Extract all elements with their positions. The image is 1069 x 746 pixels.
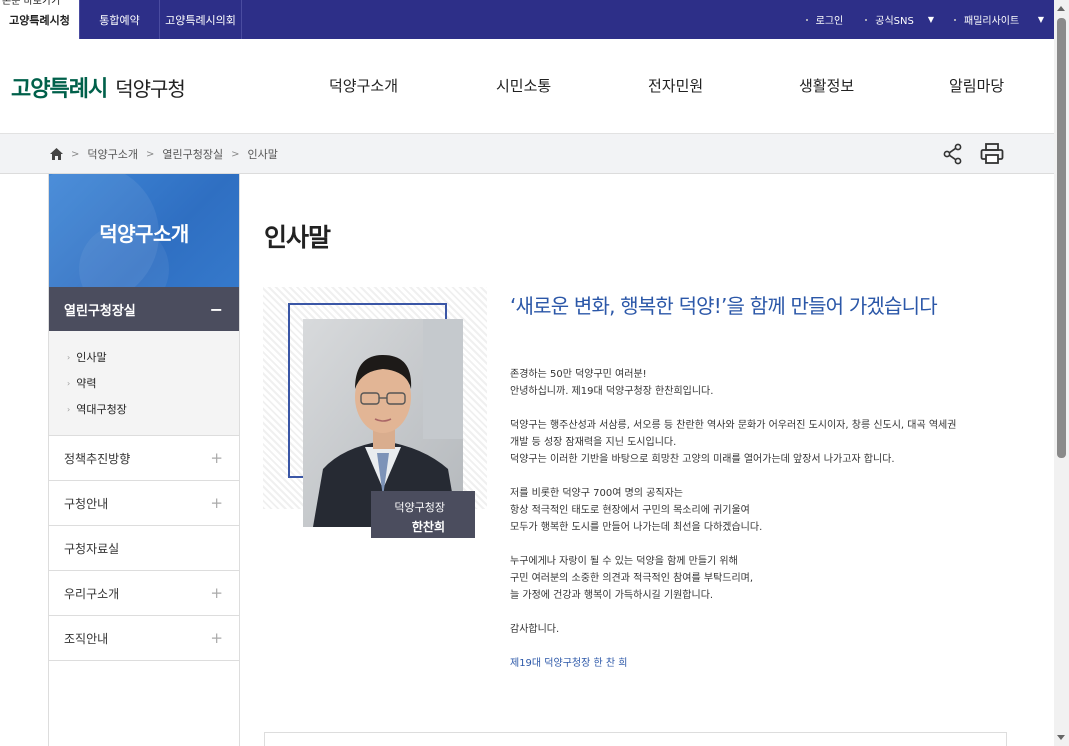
portrait-caption: 덕양구청장 한찬희 — [371, 491, 475, 538]
side-nav-item-label: 우리구소개 — [64, 586, 120, 601]
utility-links: 로그인 공식SNS ▼ 패밀리사이트 ▼ — [805, 0, 1054, 39]
home-icon[interactable] — [50, 148, 63, 160]
page-title: 인사말 — [264, 223, 331, 252]
login-label: 로그인 — [815, 16, 844, 27]
family-caret-down-icon: ▼ — [1037, 15, 1044, 24]
top-utility-bar: 고양특례시청 통합예약 고양특례시의회 로그인 공식SNS ▼ 패밀리사이트 ▼ — [0, 0, 1054, 39]
greeting-thanks: 감사합니다. — [510, 624, 560, 635]
submenu-former-heads[interactable]: › 역대구청장 — [67, 397, 239, 423]
plus-icon: + — [210, 584, 223, 602]
side-nav-item-policy[interactable]: 정책추진방향 + — [49, 436, 239, 481]
nav-life-info[interactable]: 생활정보 — [799, 75, 854, 96]
login-link[interactable]: 로그인 — [805, 12, 844, 27]
nav-notice[interactable]: 알림마당 — [949, 75, 1004, 96]
breadcrumb-item[interactable]: 열린구청장실 — [162, 146, 223, 162]
submenu-profile[interactable]: › 약력 — [67, 371, 239, 397]
side-nav-submenu: › 인사말 › 약력 › 역대구청장 — [49, 331, 239, 436]
side-nav-item-intro[interactable]: 우리구소개 + — [49, 571, 239, 616]
side-nav-item-org[interactable]: 조직안내 + — [49, 616, 239, 661]
sns-link[interactable]: 공식SNS — [865, 12, 914, 27]
greeting-paragraph: 덕양구는 행주산성과 서삼릉, 서오릉 등 찬란한 역사와 문화가 어우러진 도… — [510, 420, 957, 465]
chevron-right-icon: > — [231, 148, 240, 160]
breadcrumb: > 덕양구소개 > 열린구청장실 > 인사말 — [50, 146, 278, 162]
side-nav-item-label: 열린구청장실 — [64, 303, 136, 319]
chevron-right-icon: > — [71, 148, 80, 160]
skip-to-content-link[interactable]: 본문 바로가기 — [0, 0, 63, 8]
caption-name: 한찬희 — [411, 520, 445, 534]
family-site-label: 패밀리사이트 — [964, 16, 1020, 27]
breadcrumb-bar: > 덕양구소개 > 열린구청장실 > 인사말 — [0, 134, 1054, 174]
plus-icon: + — [210, 494, 223, 512]
scroll-thumb[interactable] — [1057, 18, 1066, 458]
sns-label: 공식SNS — [875, 16, 914, 27]
side-nav-item-label: 조직안내 — [64, 631, 109, 646]
breadcrumb-item[interactable]: 덕양구소개 — [87, 146, 138, 162]
logo-sub-text: 덕양구청 — [115, 77, 186, 101]
print-icon[interactable] — [980, 143, 1004, 165]
submenu-label: 역대구청장 — [76, 403, 127, 416]
side-nav-item-label: 구청자료실 — [64, 541, 120, 556]
greeting-signature: 제19대 덕양구청장 한 찬 희 — [510, 658, 628, 669]
greeting-headline: ‘새로운 변화, 행복한 덕양!’을 함께 만들어 가겠습니다 — [510, 294, 938, 318]
caption-role: 덕양구청장 — [394, 501, 445, 514]
side-nav: 덕양구소개 열린구청장실 − › 인사말 › 약력 › 역대구청장 정책추진방향 + 구… — [48, 174, 240, 746]
logo-main-text: 고양특례시 — [11, 77, 108, 102]
site-logo[interactable]: 고양특례시 덕양구청 — [11, 71, 186, 103]
nav-e-civil[interactable]: 전자민원 — [648, 75, 703, 96]
side-nav-header: 덕양구소개 — [49, 174, 239, 287]
scroll-up-icon[interactable] — [1057, 6, 1065, 11]
side-nav-item-label: 정책추진방향 — [64, 451, 131, 466]
nav-communication[interactable]: 시민소통 — [496, 75, 551, 96]
breadcrumb-item-current: 인사말 — [247, 148, 278, 161]
site-header: 고양특례시 덕양구청 덕양구소개 시민소통 전자민원 생활정보 알림마당 — [0, 39, 1054, 134]
nav-about[interactable]: 덕양구소개 — [329, 75, 398, 96]
greeting-paragraph: 저를 비롯한 덕양구 700여 명의 공직자는 항상 적극적인 태도로 현장에서 … — [510, 488, 763, 533]
site-tab-reservation[interactable]: 통합예약 — [80, 0, 160, 39]
submenu-label: 인사말 — [76, 351, 107, 364]
satisfaction-box — [264, 732, 1007, 746]
scroll-down-icon[interactable] — [1057, 735, 1065, 740]
plus-icon: + — [210, 449, 223, 467]
submenu-greeting[interactable]: › 인사말 — [67, 345, 239, 371]
family-site-select[interactable]: 패밀리사이트 ▼ — [954, 12, 1044, 27]
side-nav-item-label: 구청안내 — [64, 496, 109, 511]
greeting-paragraph: 누구에게나 자랑이 될 수 있는 덕양을 함께 만들기 위해 구민 여러분의 소중… — [510, 556, 754, 601]
chevron-right-icon: > — [146, 148, 155, 160]
site-tab-council[interactable]: 고양특례시의회 — [160, 0, 242, 39]
minus-icon: − — [209, 299, 223, 319]
greeting-body: 존경하는 50만 덕양구민 여러분! 안녕하십니까. 제19대 덕양구청장 한찬희… — [510, 366, 1010, 689]
share-icon[interactable] — [942, 143, 964, 165]
submenu-label: 약력 — [76, 377, 97, 390]
side-nav-item-guide[interactable]: 구청안내 + — [49, 481, 239, 526]
greeting-paragraph: 존경하는 50만 덕양구민 여러분! 안녕하십니까. 제19대 덕양구청장 한찬희… — [510, 369, 714, 397]
side-nav-title: 덕양구소개 — [99, 222, 189, 246]
side-nav-item-archive[interactable]: 구청자료실 — [49, 526, 239, 571]
plus-icon: + — [210, 629, 223, 647]
side-nav-item-open-office[interactable]: 열린구청장실 − — [49, 287, 239, 331]
page-tools — [942, 143, 1004, 165]
sns-caret-down-icon[interactable]: ▼ — [928, 15, 934, 24]
page-scrollbar[interactable] — [1054, 0, 1069, 746]
